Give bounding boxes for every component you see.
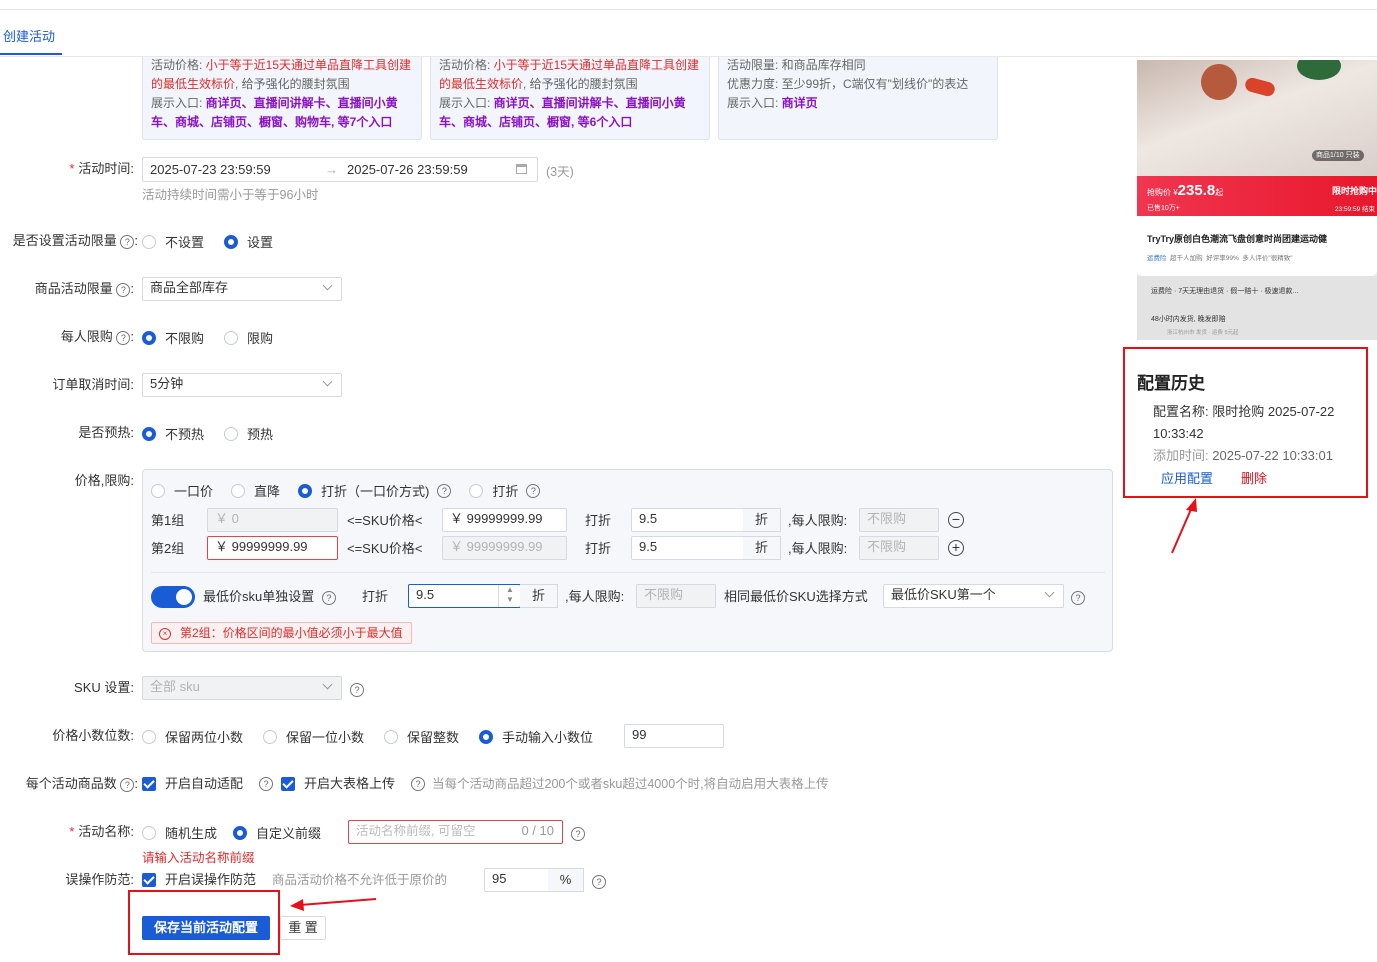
arrow-head (290, 899, 304, 911)
arrow-line (299, 898, 377, 906)
annotation-arrows (290, 498, 1197, 911)
arrow-head (1186, 498, 1197, 512)
arrow-line (1171, 506, 1193, 554)
